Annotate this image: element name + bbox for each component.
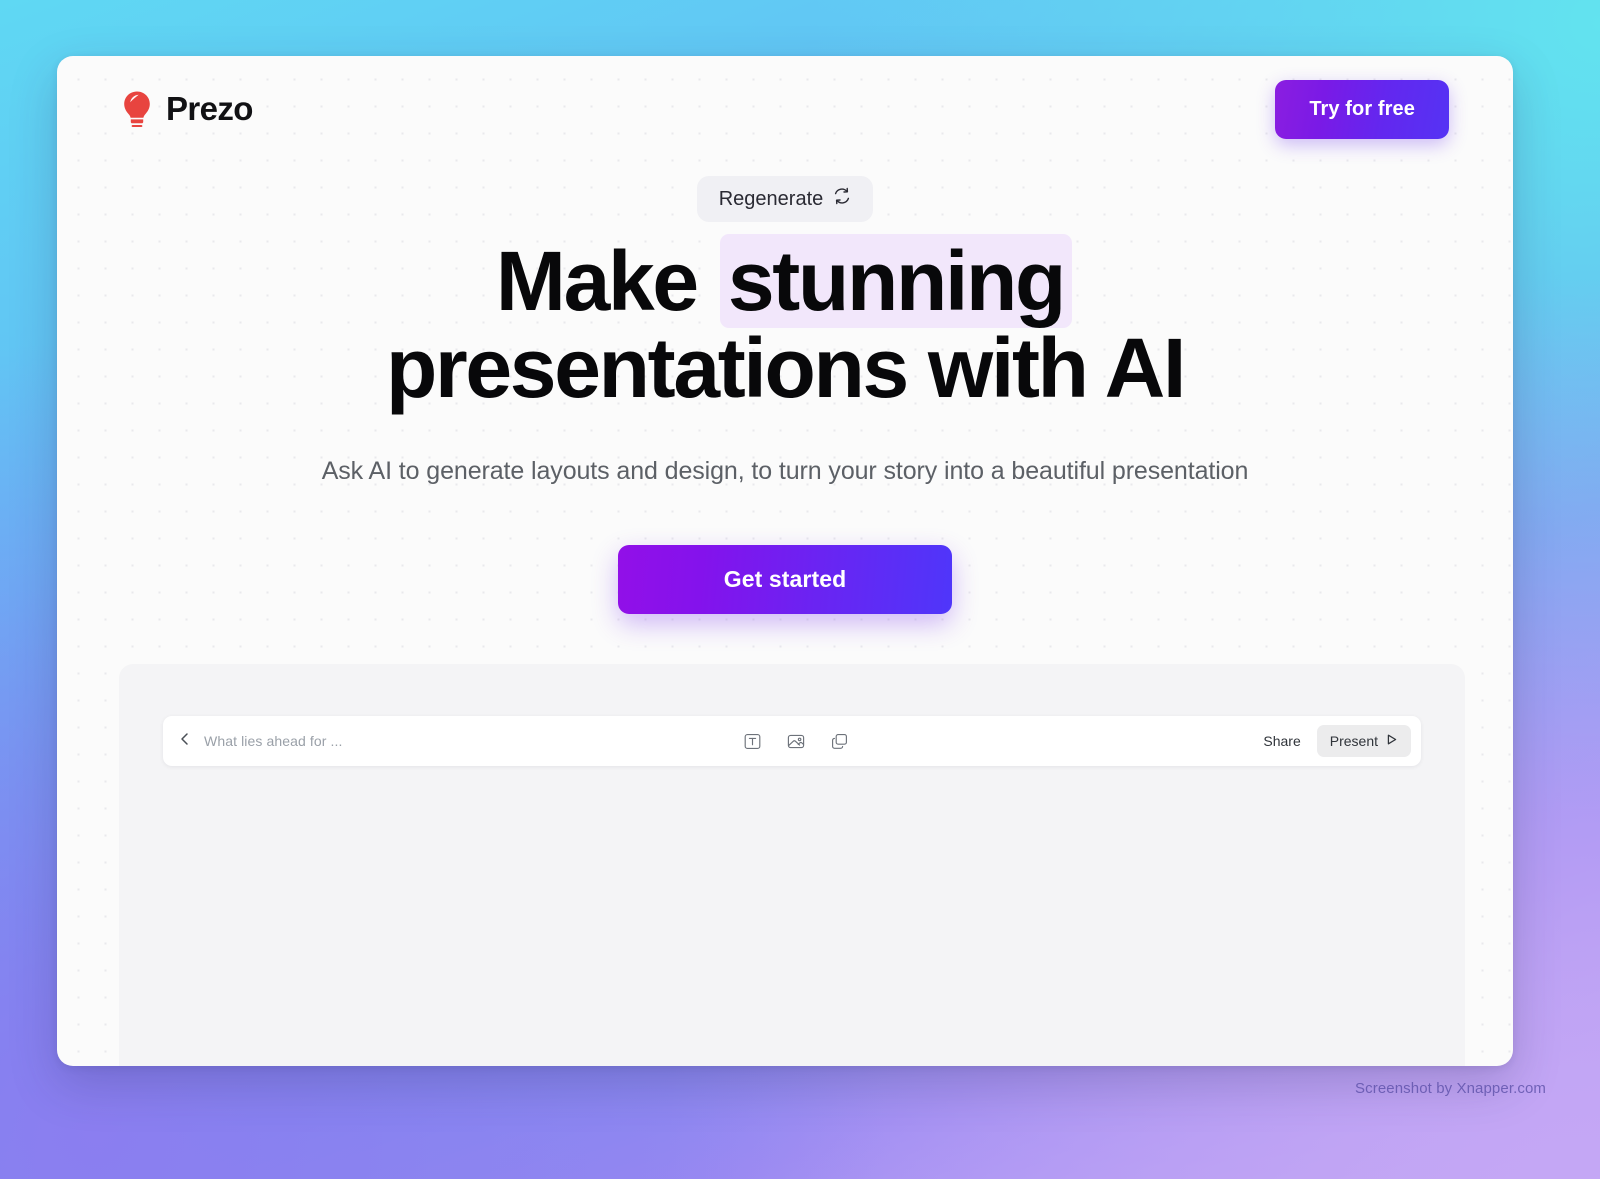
headline-line-2: presentations with AI: [385, 320, 1186, 415]
headline-prefix: Make: [495, 234, 699, 328]
image-icon[interactable]: [786, 732, 806, 751]
screenshot-backdrop: Prezo Try for free Regenerate Make stunn…: [0, 0, 1600, 1179]
xnapper-watermark: Screenshot by Xnapper.com: [1355, 1080, 1546, 1097]
refresh-icon: [833, 187, 851, 211]
get-started-button[interactable]: Get started: [618, 545, 952, 615]
headline-highlight: stunning: [719, 234, 1073, 328]
chevron-left-icon[interactable]: [177, 731, 193, 752]
share-button[interactable]: Share: [1249, 725, 1314, 757]
hero-section: Regenerate Make stunning presentations w…: [57, 176, 1513, 615]
play-icon: [1385, 733, 1398, 749]
brand-name: Prezo: [166, 90, 253, 127]
editor-preview-panel: What lies ahead for ... Share Present: [119, 664, 1465, 1066]
app-header: Prezo Try for free: [57, 56, 1513, 162]
headline-line-1: Make stunning: [57, 234, 1513, 328]
app-window-card: Prezo Try for free Regenerate Make stunn…: [57, 56, 1513, 1066]
text-box-icon[interactable]: [743, 732, 762, 751]
hero-subtitle: Ask AI to generate layouts and design, t…: [321, 457, 1249, 486]
regenerate-label: Regenerate: [718, 187, 824, 210]
toolbar-right-group: Share Present: [1249, 725, 1421, 757]
present-label: Present: [1329, 733, 1378, 749]
present-button[interactable]: Present: [1316, 725, 1411, 757]
regenerate-button[interactable]: Regenerate: [696, 176, 874, 222]
shape-icon[interactable]: [830, 732, 849, 751]
try-for-free-button[interactable]: Try for free: [1275, 79, 1449, 139]
page-title: Make stunning presentations with AI: [57, 234, 1513, 415]
document-title[interactable]: What lies ahead for ...: [204, 733, 342, 749]
toolbar-left-group: What lies ahead for ...: [163, 731, 342, 752]
toolbar-center-group: [342, 732, 1249, 751]
lightbulb-icon: [121, 90, 153, 128]
editor-toolbar: What lies ahead for ... Share Present: [163, 716, 1421, 766]
brand-logo[interactable]: Prezo: [121, 90, 253, 128]
